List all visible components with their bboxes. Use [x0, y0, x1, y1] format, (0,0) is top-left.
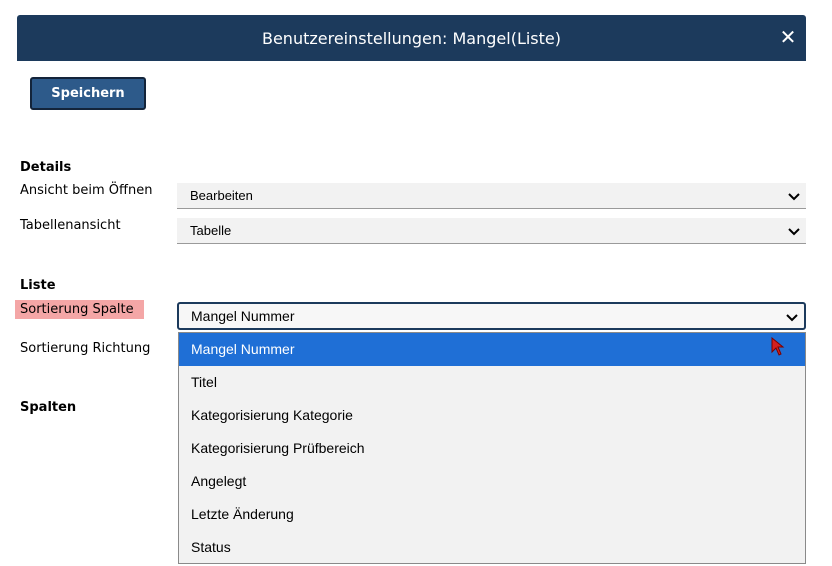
- sort-column-value: Mangel Nummer: [191, 308, 295, 324]
- open-view-select[interactable]: Bearbeiten: [177, 183, 806, 209]
- dialog-title: Benutzereinstellungen: Mangel(Liste): [261, 28, 561, 48]
- open-view-label: Ansicht beim Öffnen: [20, 183, 153, 198]
- details-heading: Details: [20, 160, 72, 175]
- dropdown-option[interactable]: Kategorisierung Prüfbereich: [179, 432, 805, 465]
- dropdown-option[interactable]: Kategorisierung Kategorie: [179, 399, 805, 432]
- dropdown-option[interactable]: Letzte Änderung: [179, 498, 805, 531]
- sort-column-label: Sortierung Spalte: [15, 300, 144, 319]
- list-heading: Liste: [20, 278, 56, 293]
- dropdown-option[interactable]: Titel: [179, 366, 805, 399]
- chevron-down-icon: [788, 193, 800, 201]
- table-view-label: Tabellenansicht: [20, 218, 121, 233]
- sort-column-dropdown[interactable]: Mangel Nummer Titel Kategorisierung Kate…: [178, 332, 806, 564]
- table-view-value: Tabelle: [190, 223, 232, 238]
- dropdown-option[interactable]: Mangel Nummer: [179, 333, 805, 366]
- dialog-titlebar: Benutzereinstellungen: Mangel(Liste) ✕: [17, 15, 806, 61]
- sort-column-select[interactable]: Mangel Nummer: [177, 302, 806, 330]
- chevron-down-icon: [788, 228, 800, 236]
- columns-heading: Spalten: [20, 400, 77, 415]
- mouse-cursor-icon: [771, 337, 785, 356]
- save-button[interactable]: Speichern: [30, 77, 146, 110]
- close-icon[interactable]: ✕: [776, 23, 800, 51]
- open-view-value: Bearbeiten: [190, 188, 253, 203]
- chevron-down-icon: [786, 314, 798, 322]
- sort-direction-label: Sortierung Richtung: [20, 341, 151, 356]
- dropdown-option[interactable]: Angelegt: [179, 465, 805, 498]
- dropdown-option[interactable]: Status: [179, 531, 805, 564]
- table-view-select[interactable]: Tabelle: [177, 218, 806, 244]
